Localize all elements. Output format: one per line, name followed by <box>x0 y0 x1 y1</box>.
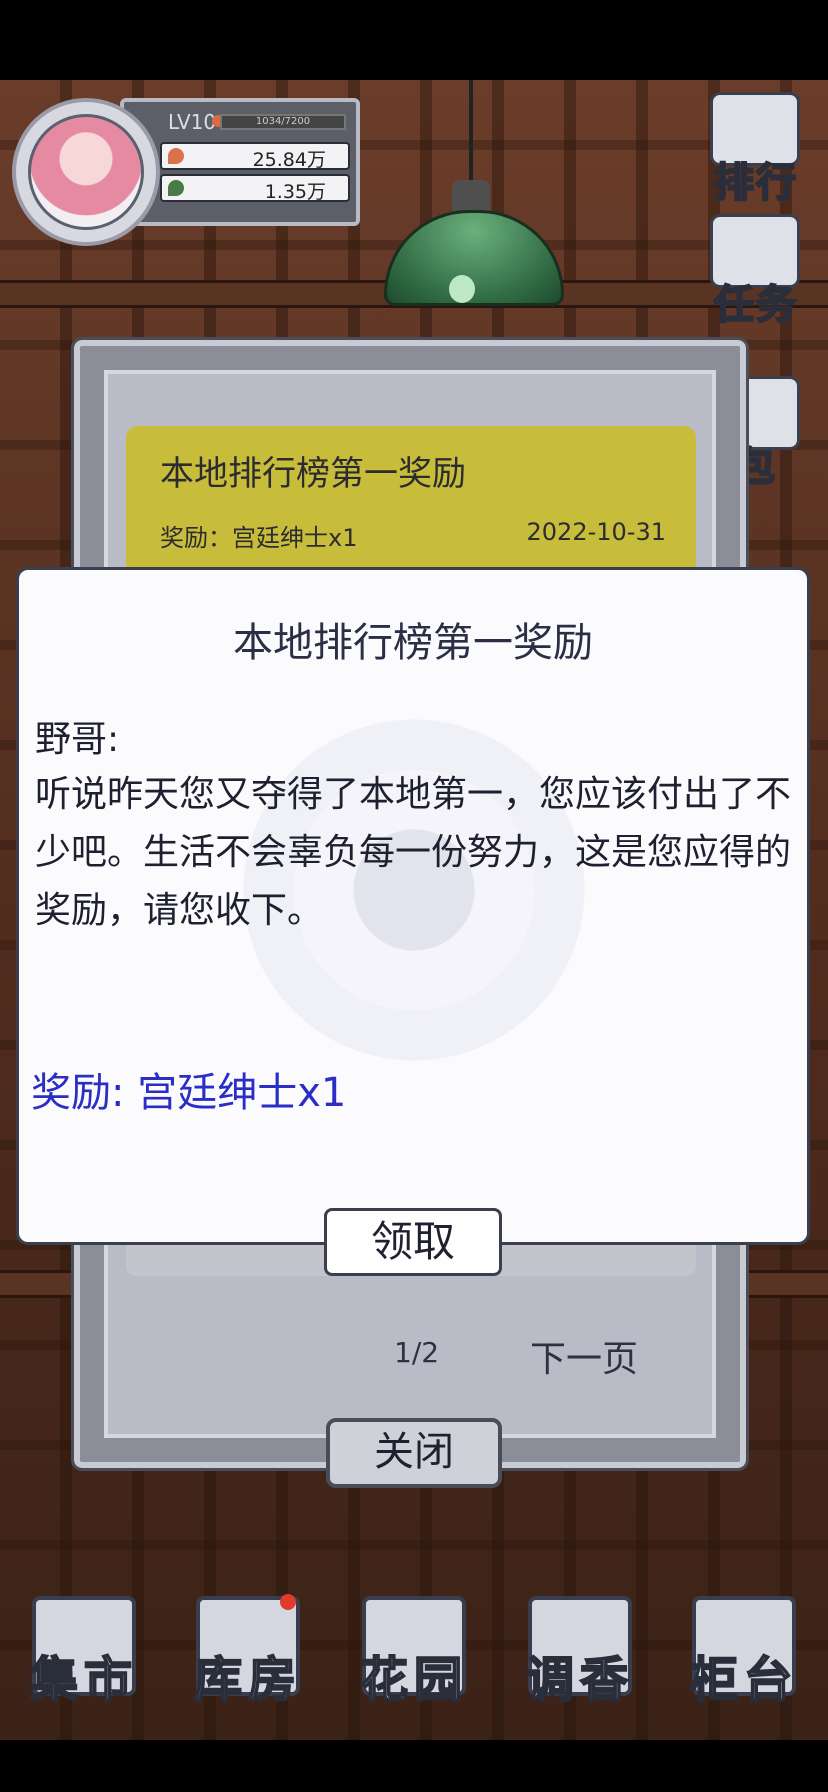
mail-detail-dialog: 本地排行榜第一奖励 野哥: 听说昨天您又夺得了本地第一，您应该付出了不少吧。生活… <box>16 567 810 1245</box>
lamp-bulb <box>449 275 475 303</box>
notification-dot <box>280 1594 296 1610</box>
xp-text: 1034/7200 <box>255 116 311 127</box>
nav-warehouse[interactable]: 库房 <box>180 1588 316 1738</box>
nav-garden-label: 花园 <box>359 1651 468 1709</box>
nav-market-label: 集市 <box>29 1651 138 1709</box>
leaves-value: 1.35万 <box>264 181 326 203</box>
lamp-cord <box>469 80 473 185</box>
leaf-icon <box>168 180 184 196</box>
coin-icon <box>168 148 184 164</box>
page-indicator: 1/2 <box>394 1336 440 1369</box>
bottom-nav: 集市 库房 花园 调香 柜台 <box>0 1588 828 1738</box>
next-page-button[interactable]: 下一页 <box>530 1330 638 1382</box>
ranking-button[interactable]: 排行 <box>700 92 812 207</box>
nav-counter[interactable]: 柜台 <box>676 1588 812 1738</box>
coins-stat: 25.84万 <box>160 142 350 171</box>
dialog-body: 听说昨天您又夺得了本地第一，您应该付出了不少吧。生活不会辜负每一份努力，这是您应… <box>35 774 792 931</box>
nav-warehouse-label: 库房 <box>193 1651 302 1709</box>
claim-button[interactable]: 领取 <box>324 1208 502 1276</box>
status-bar <box>0 0 828 80</box>
nav-garden[interactable]: 花园 <box>346 1588 482 1738</box>
mail-item-reward: 奖励：宫廷绅士x1 <box>160 524 358 552</box>
nav-market[interactable]: 集市 <box>16 1588 152 1738</box>
nav-perfume[interactable]: 调香 <box>512 1588 648 1738</box>
nav-perfume-label: 调香 <box>525 1651 634 1709</box>
leaves-stat: 1.35万 <box>160 174 350 203</box>
mail-item-date: 2022-10-31 <box>526 518 666 546</box>
nav-counter-label: 柜台 <box>689 1651 798 1709</box>
player-level: LV10 <box>168 110 217 134</box>
navigation-bar <box>0 1740 828 1792</box>
dialog-reward: 奖励: 宫廷绅士x1 <box>31 1070 347 1116</box>
mail-item[interactable]: 本地排行榜第一奖励 奖励：宫廷绅士x1 2022-10-31 <box>126 426 696 576</box>
close-button[interactable]: 关闭 <box>326 1418 502 1488</box>
dialog-greeting: 野哥: <box>35 719 120 760</box>
tasks-button[interactable]: 任务 <box>700 214 812 329</box>
coins-value: 25.84万 <box>252 149 326 171</box>
ranking-label: 排行 <box>713 159 798 207</box>
mail-item-title: 本地排行榜第一奖励 <box>160 454 466 494</box>
avatar-frame[interactable] <box>12 98 160 246</box>
avatar[interactable] <box>28 114 144 230</box>
player-info-panel: LV10 1034/7200 25.84万 1.35万 <box>12 92 360 246</box>
dialog-title: 本地排行榜第一奖励 <box>233 620 593 666</box>
xp-bar: 1034/7200 <box>220 114 346 130</box>
tasks-label: 任务 <box>713 281 798 329</box>
